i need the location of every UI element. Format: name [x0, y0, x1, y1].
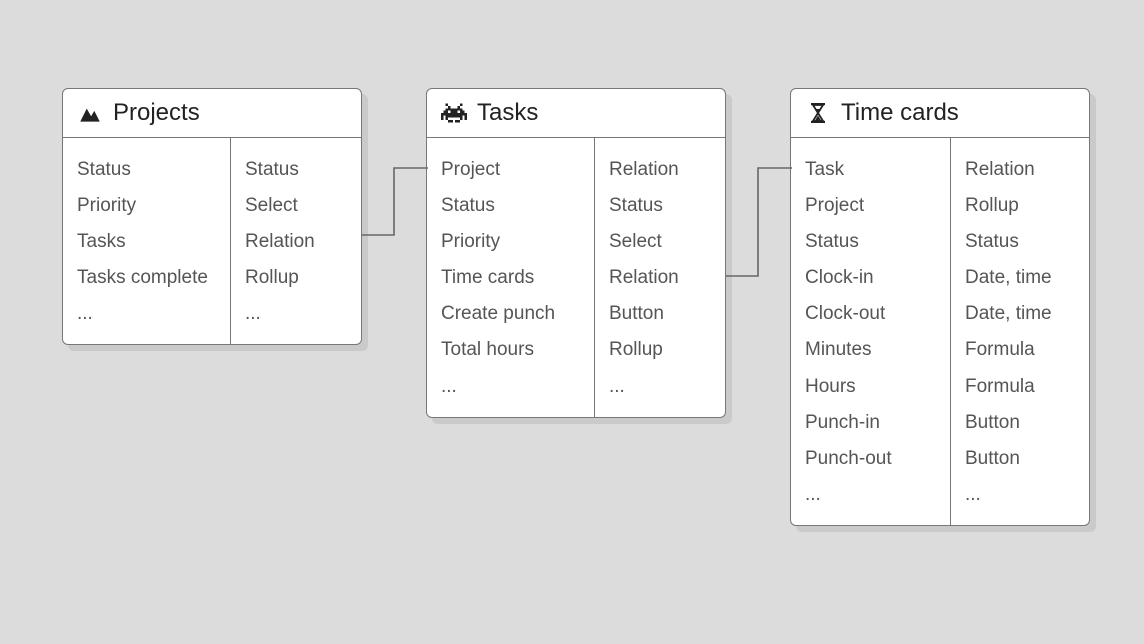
field-name: Tasks [77, 224, 216, 260]
field-type: Relation [609, 260, 711, 296]
field-name: Status [805, 224, 936, 260]
field-type: ... [245, 296, 347, 332]
field-type: Button [965, 441, 1075, 477]
field-type: Select [609, 224, 711, 260]
field-type: Button [609, 296, 711, 332]
field-type: ... [965, 477, 1075, 513]
connector-tasks-timecards [726, 160, 792, 290]
entity-title: Time cards [841, 99, 959, 127]
field-name: Time cards [441, 260, 580, 296]
field-type: Formula [965, 332, 1075, 368]
field-name: Minutes [805, 332, 936, 368]
field-type: Date, time [965, 296, 1075, 332]
field-type: Relation [965, 152, 1075, 188]
field-name: ... [441, 369, 580, 405]
field-name: Punch-out [805, 441, 936, 477]
entity-tasks: Tasks Project Status Priority Time cards… [426, 88, 726, 418]
hourglass-icon [805, 100, 831, 126]
field-name: Priority [77, 188, 216, 224]
field-name: Tasks complete [77, 260, 216, 296]
field-name: Create punch [441, 296, 580, 332]
entity-body-projects: Status Priority Tasks Tasks complete ...… [63, 138, 361, 344]
field-name: Clock-in [805, 260, 936, 296]
field-name: Status [77, 152, 216, 188]
field-type: Select [245, 188, 347, 224]
entity-header-projects: Projects [63, 89, 361, 138]
field-type: Rollup [965, 188, 1075, 224]
entity-header-tasks: Tasks [427, 89, 725, 138]
field-name: ... [805, 477, 936, 513]
field-name: Project [441, 152, 580, 188]
field-name: ... [77, 296, 216, 332]
field-name: Task [805, 152, 936, 188]
field-name: Punch-in [805, 405, 936, 441]
field-name: Status [441, 188, 580, 224]
field-name: Project [805, 188, 936, 224]
field-name: Total hours [441, 332, 580, 368]
entity-title: Projects [113, 99, 200, 127]
connector-projects-tasks [362, 160, 428, 250]
entity-body-tasks: Project Status Priority Time cards Creat… [427, 138, 725, 417]
field-type: Date, time [965, 260, 1075, 296]
field-type: Status [965, 224, 1075, 260]
entity-projects: Projects Status Priority Tasks Tasks com… [62, 88, 362, 345]
mountain-icon [77, 100, 103, 126]
entity-timecards: Time cards Task Project Status Clock-in … [790, 88, 1090, 526]
field-name: Clock-out [805, 296, 936, 332]
field-type: Formula [965, 369, 1075, 405]
entity-title: Tasks [477, 99, 538, 127]
field-type: Relation [245, 224, 347, 260]
space-invader-icon [441, 100, 467, 126]
field-type: Button [965, 405, 1075, 441]
field-type: Relation [609, 152, 711, 188]
field-name: Hours [805, 369, 936, 405]
field-type: Status [609, 188, 711, 224]
field-type: ... [609, 369, 711, 405]
entity-header-timecards: Time cards [791, 89, 1089, 138]
field-type: Rollup [245, 260, 347, 296]
entity-body-timecards: Task Project Status Clock-in Clock-out M… [791, 138, 1089, 525]
field-name: Priority [441, 224, 580, 260]
field-type: Rollup [609, 332, 711, 368]
field-type: Status [245, 152, 347, 188]
diagram-canvas: Projects Status Priority Tasks Tasks com… [0, 0, 1144, 644]
